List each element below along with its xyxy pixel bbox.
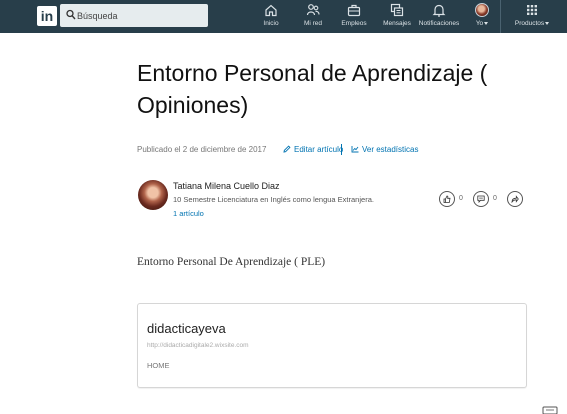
nav-label-network: Mi red: [303, 20, 323, 27]
chat-icon[interactable]: [541, 405, 559, 414]
embed-subtitle: HOME: [147, 361, 170, 370]
briefcase-icon: [347, 4, 361, 17]
comment-count: 0: [493, 195, 497, 202]
thumbs-up-icon: [443, 195, 451, 203]
nav-item-jobs[interactable]: Empleos: [339, 3, 369, 31]
author-avatar[interactable]: [138, 180, 168, 210]
network-icon: [306, 4, 320, 16]
nav-label-notifications: Notificaciones: [418, 20, 460, 27]
like-count: 0: [459, 195, 463, 202]
pencil-icon: [283, 145, 291, 153]
author-headline: 10 Semestre Licenciatura en Inglés como …: [173, 195, 374, 204]
author-name[interactable]: Tatiana Milena Cuello Diaz: [173, 181, 280, 191]
linkedin-logo[interactable]: in: [37, 6, 57, 26]
share-icon: [511, 195, 519, 203]
meta-divider: [341, 144, 342, 155]
nav-label-products: Productos: [514, 20, 545, 27]
chevron-down-icon: [545, 21, 550, 25]
article-title: Entorno Personal de Aprendizaje ( Opinio…: [137, 60, 488, 118]
nav-item-home[interactable]: Inicio: [258, 3, 284, 31]
embed-url: http://didacticadigitale2.wixsite.com: [147, 342, 249, 349]
chevron-down-icon: [484, 21, 489, 25]
bell-icon: [432, 4, 446, 17]
comment-icon: [477, 195, 485, 203]
stats-icon: [351, 146, 359, 153]
search-box[interactable]: [60, 4, 208, 27]
nav-item-messages[interactable]: Mensajes: [381, 3, 413, 31]
comment-button[interactable]: [473, 191, 489, 207]
nav-item-network[interactable]: Mi red: [298, 3, 328, 31]
avatar: [475, 3, 489, 17]
view-stats-link[interactable]: Ver estadísticas: [351, 145, 418, 154]
top-nav-bar: in Inicio Mi red Empleos: [0, 0, 567, 33]
author-article-count[interactable]: 1 artículo: [173, 209, 204, 218]
like-button[interactable]: [439, 191, 455, 207]
messages-icon: [390, 3, 404, 17]
embedded-link-card[interactable]: didacticayeva http://didacticadigitale2.…: [137, 303, 527, 388]
nav-item-notifications[interactable]: Notificaciones: [416, 3, 462, 31]
view-stats-label: Ver estadísticas: [362, 145, 419, 154]
edit-article-label: Editar artículo: [294, 145, 344, 154]
search-input[interactable]: [77, 7, 203, 24]
nav-label-me: Yo: [475, 20, 484, 27]
share-button[interactable]: [507, 191, 523, 207]
nav-divider: [500, 0, 501, 33]
nav-label-home: Inicio: [263, 20, 279, 27]
home-icon: [265, 4, 277, 17]
edit-article-link[interactable]: Editar artículo: [283, 145, 343, 154]
nav-label-jobs: Empleos: [341, 20, 367, 27]
nav-item-me[interactable]: Yo: [470, 3, 494, 31]
nav-label-messages: Mensajes: [383, 20, 411, 27]
embed-title: didacticayeva: [147, 321, 226, 336]
nav-item-products[interactable]: Productos: [512, 3, 552, 31]
search-icon: [66, 9, 76, 20]
grid-icon: [527, 5, 537, 15]
article-body-text: Entorno Personal De Aprendizaje ( PLE): [137, 256, 326, 268]
published-date: Publicado el 2 de diciembre de 2017: [137, 145, 267, 154]
